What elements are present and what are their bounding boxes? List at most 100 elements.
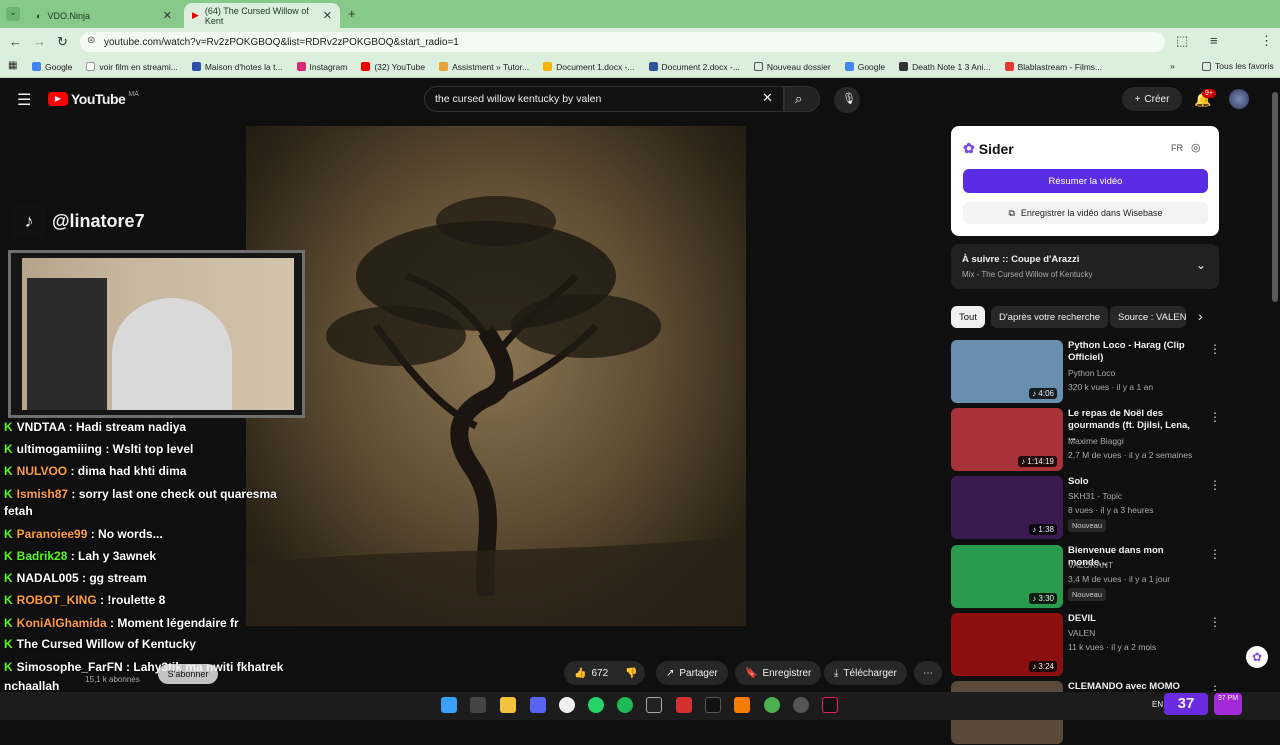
create-button[interactable]: + Créer xyxy=(1122,87,1182,111)
channel-name[interactable]: Python Loco xyxy=(1068,368,1115,378)
share-button[interactable]: ↗ Partager xyxy=(656,661,728,685)
more-options-icon[interactable]: ⋮ xyxy=(1209,410,1221,424)
recorder-icon[interactable] xyxy=(676,697,692,713)
close-icon[interactable]: ✕ xyxy=(163,9,172,22)
chip-source[interactable]: Source : VALEN xyxy=(1110,306,1186,328)
like-button[interactable]: 👍 672 xyxy=(564,661,619,685)
page-scrollbar[interactable] xyxy=(1272,92,1278,302)
bookmark-item[interactable]: Maison d'hotes la t... xyxy=(191,62,283,72)
search-button[interactable]: ⌕ xyxy=(784,86,820,112)
tiktok-icon[interactable] xyxy=(822,697,838,713)
notification-badge: 9+ xyxy=(1202,89,1216,98)
word-icon xyxy=(648,62,658,71)
media-icon[interactable]: ≡ xyxy=(1210,33,1218,48)
all-favorites[interactable]: Tous les favoris xyxy=(1202,61,1274,71)
more-actions-button[interactable]: ⋯ xyxy=(914,661,942,685)
clear-search-icon[interactable]: ✕ xyxy=(762,90,773,106)
video-title[interactable]: DEVIL xyxy=(1068,613,1200,625)
chip-from-search[interactable]: D'après votre recherche xyxy=(991,306,1109,328)
new-tab-icon[interactable]: + xyxy=(348,6,356,21)
apps-icon[interactable]: ▦ xyxy=(8,60,17,71)
bookmark-item[interactable]: Document 1.docx -... xyxy=(543,62,635,72)
avatar[interactable] xyxy=(1229,89,1249,109)
recommendation-item[interactable]: ♪ 1:38 Solo SKH31 - Topic 8 vues · il y a 3… xyxy=(951,476,1271,540)
video-title[interactable]: Solo xyxy=(1068,476,1200,488)
save-icon: ⧉ xyxy=(1008,207,1015,218)
chevron-right-icon[interactable]: › xyxy=(1198,308,1203,324)
tab-vdo-ninja[interactable]: ◐ VDO.Ninja ✕ xyxy=(28,3,180,28)
video-thumbnail[interactable]: ♪ 3:30 xyxy=(951,545,1063,608)
sider-float-icon[interactable]: ✿ xyxy=(1246,646,1268,668)
save-button[interactable]: 🔖 Enregistrer xyxy=(735,661,822,685)
video-player[interactable] xyxy=(246,126,746,626)
extensions-icon[interactable]: ⬚ xyxy=(1176,33,1188,49)
language-select[interactable]: FR xyxy=(1171,143,1183,153)
file-explorer-icon[interactable] xyxy=(500,697,516,713)
forward-icon[interactable]: → xyxy=(33,34,46,49)
new-badge: Nouveau xyxy=(1068,519,1107,532)
video-title[interactable]: Python Loco - Harag (Clip Officiel) xyxy=(1068,340,1200,364)
chip-all[interactable]: Tout xyxy=(951,306,985,328)
dislike-button[interactable]: 👎 xyxy=(617,661,646,685)
tab-youtube[interactable]: ▶ (64) The Cursed Willow of Kent ✕ xyxy=(184,3,340,28)
video-thumbnail[interactable]: ♪ 3:24 xyxy=(951,613,1063,676)
more-options-icon[interactable]: ⋮ xyxy=(1209,342,1221,356)
download-button[interactable]: ⤓ Télécharger xyxy=(824,661,907,685)
tab-search-icon[interactable]: ⌄ xyxy=(6,7,20,21)
site-info-icon[interactable]: ⊜ xyxy=(87,35,95,46)
more-options-icon[interactable]: ⋮ xyxy=(1209,478,1221,492)
bookmark-item[interactable]: Blablastream - Films... xyxy=(1004,62,1102,72)
bookmark-item[interactable]: Google xyxy=(844,62,885,72)
chevron-down-icon[interactable]: ⌄ xyxy=(1196,258,1206,272)
bookmark-item[interactable]: (32) YouTube xyxy=(361,62,425,72)
discord-icon[interactable] xyxy=(530,697,546,713)
video-thumbnail[interactable]: ♪ 4:06 xyxy=(951,340,1063,403)
video-thumbnail[interactable]: ♪ 1:14:19 xyxy=(951,408,1063,471)
language-indicator[interactable]: EN xyxy=(1152,700,1163,709)
more-bookmarks-icon[interactable]: » xyxy=(1170,61,1175,71)
settings-icon[interactable] xyxy=(793,697,809,713)
bookmark-item[interactable]: voir film en streami... xyxy=(86,62,178,72)
app-icon[interactable] xyxy=(734,697,750,713)
channel-name[interactable]: VALORANT xyxy=(1068,560,1113,570)
recommendation-item[interactable]: ♪ 3:30 Bienvenue dans mon monde... VALORAN… xyxy=(951,545,1271,609)
search-icon[interactable] xyxy=(470,697,486,713)
channel-name[interactable]: Maxime Biaggi xyxy=(1068,436,1124,446)
bookmark-item[interactable]: Death Note 1 3 Ani... xyxy=(899,62,991,72)
spotify-icon[interactable] xyxy=(617,697,633,713)
summarize-video-button[interactable]: Résumer la vidéo xyxy=(963,169,1208,193)
chrome-profile-icon[interactable] xyxy=(764,697,780,713)
up-next-panel[interactable]: À suivre :: Coupe d'Arazzi Mix - The Cur… xyxy=(951,244,1219,289)
video-thumbnail[interactable]: ♪ 1:38 xyxy=(951,476,1063,539)
recommendation-item[interactable]: ♪ 1:14:19 Le repas de Noël des gourmands … xyxy=(951,408,1271,472)
menu-icon[interactable]: ⋮ xyxy=(1260,33,1273,49)
voice-search-button[interactable]: 🎙 xyxy=(834,87,860,113)
bookmark-folder[interactable]: Nouveau dossier xyxy=(753,62,831,72)
url-bar[interactable]: ⊜ youtube.com/watch?v=Rv2zPOKGBOQ&list=R… xyxy=(80,32,1165,52)
capcut-icon[interactable] xyxy=(705,697,721,713)
bookmark-item[interactable]: Document 2.docx -... xyxy=(648,62,740,72)
search-input[interactable]: the cursed willow kentucky by valen xyxy=(424,86,784,112)
more-options-icon[interactable]: ⋮ xyxy=(1209,547,1221,561)
save-wisebase-button[interactable]: ⧉ Enregistrer la vidéo dans Wisebase xyxy=(963,202,1208,224)
recommendation-item[interactable]: ♪ 3:24 DEVIL VALEN 11 k vues · il y a 2 moi… xyxy=(951,613,1271,677)
bookmark-item[interactable]: Instagram xyxy=(296,62,347,72)
bookmark-item[interactable]: Assistment » Tutor... xyxy=(439,62,529,72)
whatsapp-icon[interactable] xyxy=(588,697,604,713)
channel-name[interactable]: SKH31 - Topic xyxy=(1068,491,1122,501)
settings-icon[interactable]: ◎ xyxy=(1191,141,1201,154)
close-icon[interactable]: ✕ xyxy=(323,9,332,22)
recommendation-item[interactable]: ♪ 4:06 Python Loco - Harag (Clip Officiel… xyxy=(951,340,1271,404)
back-icon[interactable]: ← xyxy=(9,34,22,49)
obs-icon[interactable] xyxy=(646,697,662,713)
youtube-logo[interactable]: ▶ YouTube MA xyxy=(48,91,139,107)
reload-icon[interactable]: ↻ xyxy=(57,34,68,50)
subscribe-button[interactable]: S'abonner xyxy=(158,664,218,684)
chrome-icon[interactable] xyxy=(559,697,575,713)
more-options-icon[interactable]: ⋮ xyxy=(1209,615,1221,629)
channel-name[interactable]: VALEN xyxy=(1068,628,1095,638)
bookmark-item[interactable]: Google xyxy=(32,62,72,72)
hamburger-menu-icon[interactable]: ☰ xyxy=(17,90,31,110)
start-icon[interactable] xyxy=(441,697,457,713)
clock[interactable]: 37 PM xyxy=(1214,693,1242,715)
